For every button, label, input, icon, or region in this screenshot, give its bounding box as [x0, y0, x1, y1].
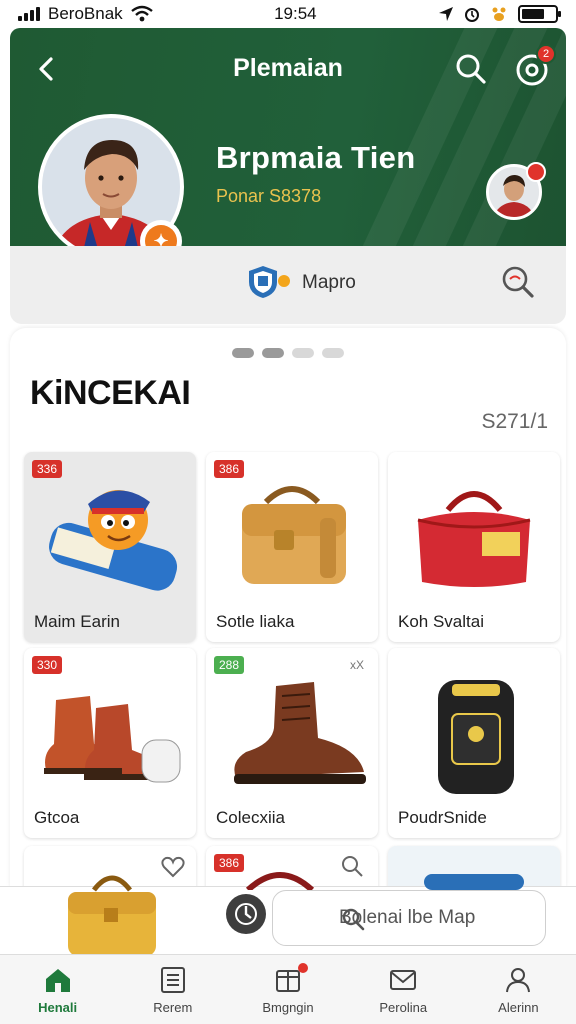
nav-item-box[interactable]: Bmgngin [230, 955, 345, 1024]
product-name: Gtcoa [34, 808, 80, 827]
nav-alert-dot [298, 963, 308, 973]
profile-header: Plemaian 2 ✦ Brpmaia Tien Ponar S8378 [10, 28, 566, 246]
location-arrow-icon [439, 7, 453, 21]
bag-handle-icon [245, 872, 315, 890]
section-title: KiNCEKAI [30, 374, 191, 412]
page-indicator [10, 348, 566, 358]
search-icon [342, 908, 365, 931]
profile-points: Ponar S8378 [216, 186, 322, 206]
product-card[interactable]: 288 xX Colecxiia [206, 648, 378, 838]
home-icon [45, 969, 70, 992]
product-name: PoudrSnide [398, 808, 487, 827]
backpack-icon [438, 680, 514, 794]
blue-item-icon [424, 874, 524, 890]
product-name: Koh Svaltai [398, 612, 484, 631]
share-icon[interactable] [340, 854, 364, 878]
compass-icon [235, 903, 257, 925]
profile-name: Brpmaia Tien [216, 140, 416, 175]
product-name: Colecxiia [216, 808, 285, 827]
notifications-button[interactable]: 2 [514, 44, 556, 88]
price-tag: 386 [214, 460, 245, 478]
map-search-field[interactable]: Bolenai lbe Map [272, 890, 546, 946]
mascot-plush-icon [49, 490, 178, 591]
leather-bag-icon [242, 486, 346, 584]
bottom-navigation: Henali Rerem Bmgngin Perolina Alerinn [0, 954, 576, 1024]
product-name: Sotle liaka [216, 612, 295, 631]
badge-symbol-icon: ✦ [145, 225, 177, 246]
map-bar: Mapro [10, 246, 566, 324]
boots-pair-icon [44, 696, 181, 783]
notification-badge: 2 [536, 44, 556, 64]
nav-label: Bmgngin [262, 1000, 314, 1015]
page-dot[interactable] [322, 348, 344, 358]
page-dot[interactable] [292, 348, 314, 358]
zoom-search-icon[interactable] [500, 264, 536, 300]
compass-button[interactable] [226, 894, 266, 934]
product-name: Maim Earin [34, 612, 120, 631]
content-panel: KiNCEKAI S271/1 336 Maim Earin 386 Sotle… [10, 328, 566, 888]
signal-icon [18, 7, 40, 21]
price-tag: 288 [214, 656, 245, 674]
page-dot[interactable] [262, 348, 284, 358]
wifi-icon [130, 5, 153, 22]
profile-icon [506, 968, 531, 993]
map-label[interactable]: Mapro [302, 272, 356, 294]
nav-item-mail[interactable]: Perolina [346, 955, 461, 1024]
favorite-icon[interactable] [160, 854, 186, 880]
nav-label: Henali [38, 1000, 78, 1015]
carrier-name: BeroBnak [48, 4, 123, 23]
paw-icon [492, 7, 506, 21]
battery-icon [518, 5, 561, 23]
nav-item-list[interactable]: Rerem [115, 955, 230, 1024]
red-duffel-bag-icon [417, 491, 531, 587]
status-dot [278, 275, 290, 287]
online-indicator [526, 162, 546, 182]
nav-label: Perolina [379, 1000, 428, 1015]
search-icon[interactable] [454, 52, 488, 86]
product-card[interactable]: Koh Svaltai [388, 452, 560, 642]
alarm-icon [465, 8, 479, 22]
brown-boot-icon [234, 682, 366, 784]
price-tag: 336 [32, 460, 63, 478]
nav-label: Alerinn [498, 1000, 539, 1015]
product-card[interactable]: 386 Sotle liaka [206, 452, 378, 642]
price-tag: 330 [32, 656, 63, 674]
nav-item-home[interactable]: Henali [0, 955, 115, 1024]
tag-extra: xX [349, 658, 364, 672]
status-time: 19:54 [274, 4, 317, 23]
page-dot[interactable] [232, 348, 254, 358]
section-amount: S271/1 [481, 410, 548, 433]
product-card[interactable]: PoudrSnide [388, 648, 560, 838]
product-card[interactable]: 330 Gtcoa [24, 648, 196, 838]
status-bar: BeroBnak 19:54 [0, 0, 576, 28]
yellow-bag-icon [68, 875, 156, 956]
mail-icon [390, 970, 417, 990]
nav-label: Rerem [153, 1000, 193, 1015]
product-card[interactable]: 336 Maim Earin [24, 452, 196, 642]
nav-item-profile[interactable]: Alerinn [461, 955, 576, 1024]
list-icon [160, 967, 185, 993]
shield-icon[interactable] [246, 264, 280, 300]
